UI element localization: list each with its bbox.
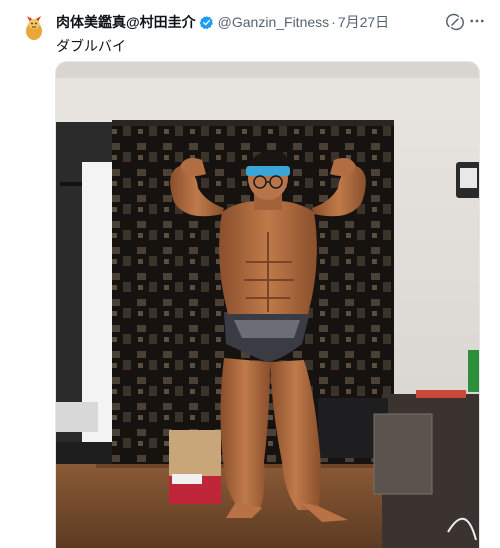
bodybuilder-photo xyxy=(56,62,479,548)
avatar-image xyxy=(18,10,50,42)
tweet: 肉体美鑑真@村田圭介 @Ganzin_Fitness · 7月27日 ダブルバイ xyxy=(0,0,500,548)
tweet-photo[interactable] xyxy=(55,61,480,548)
avatar[interactable] xyxy=(18,10,50,42)
grok-icon[interactable] xyxy=(446,13,464,31)
header-separator: · xyxy=(331,14,336,30)
tweet-header: 肉体美鑑真@村田圭介 @Ganzin_Fitness · 7月27日 xyxy=(56,12,484,32)
tweet-text: ダブルバイ xyxy=(56,38,126,54)
tweet-date[interactable]: 7月27日 xyxy=(338,12,389,32)
author-name[interactable]: 肉体美鑑真@村田圭介 xyxy=(56,12,196,32)
more-icon[interactable] xyxy=(468,12,486,30)
verified-badge-icon xyxy=(199,15,214,30)
author-handle[interactable]: @Ganzin_Fitness xyxy=(218,14,329,30)
